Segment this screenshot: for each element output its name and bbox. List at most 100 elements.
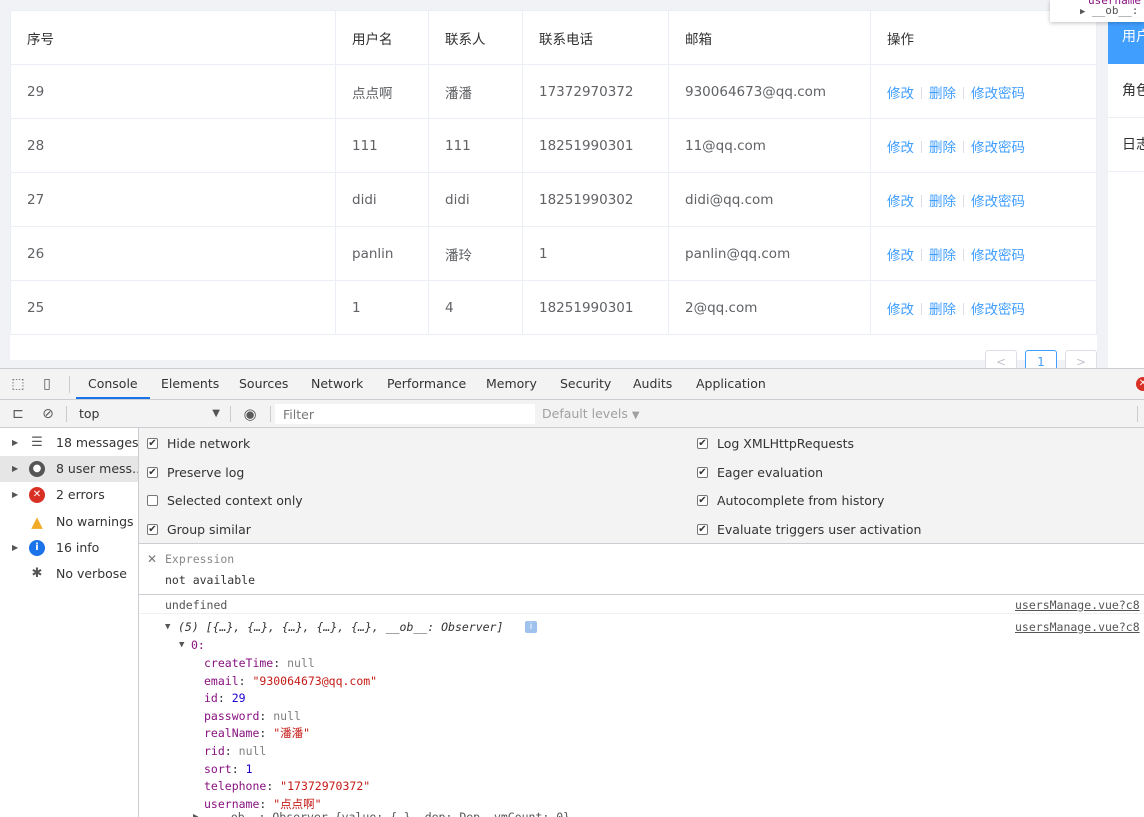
object-field-password: password: null: [204, 708, 301, 723]
edit-link[interactable]: 修改: [887, 194, 914, 210]
tab-application[interactable]: Application: [696, 369, 766, 399]
field-value: 1: [245, 761, 253, 776]
delete-link[interactable]: 删除: [929, 302, 956, 318]
field-key: rid: [204, 744, 225, 758]
object-field-telephone: telephone: "17372970372": [204, 779, 371, 794]
tabbar-divider: [69, 376, 70, 393]
tab-performance[interactable]: Performance: [387, 369, 466, 399]
pagination-prev-button[interactable]: <: [985, 350, 1017, 368]
tab-security[interactable]: Security: [560, 369, 611, 399]
edit-link[interactable]: 修改: [887, 140, 914, 156]
pagination-next-button[interactable]: >: [1065, 350, 1097, 368]
checkbox-checked-icon[interactable]: ✔: [697, 438, 708, 449]
cell-username: 111: [335, 118, 429, 173]
tab-memory[interactable]: Memory: [486, 369, 537, 399]
checkbox-unchecked-icon[interactable]: [147, 495, 158, 506]
cell-index: 27: [10, 172, 336, 227]
clear-console-icon[interactable]: ⊘: [40, 406, 56, 422]
expand-triangle-icon[interactable]: ▼: [165, 618, 170, 636]
expand-triangle-icon: ▶: [12, 543, 19, 552]
sidebar-item-user-messages[interactable]: ▶ ● 8 user mess…: [0, 456, 138, 482]
change-password-link[interactable]: 修改密码: [971, 86, 1025, 102]
cell-contact: 111: [428, 118, 523, 173]
table-row: 27 didi didi 18251990302 didi@qq.com 修改 删除 修改密码: [10, 172, 1097, 227]
info-badge-icon[interactable]: i: [525, 621, 537, 633]
sidebar-item-warnings[interactable]: ▲ No warnings: [0, 509, 138, 535]
change-password-link[interactable]: 修改密码: [971, 248, 1025, 264]
console-settings-panel: ✔ Hide network ✔ Preserve log Selected con…: [139, 428, 1144, 544]
delete-link[interactable]: 删除: [929, 140, 956, 156]
table-row: 25 1 4 18251990301 2@qq.com 修改 删除 修改密码: [10, 280, 1097, 335]
expand-triangle-icon[interactable]: ▼: [179, 636, 184, 654]
change-password-link[interactable]: 修改密码: [971, 140, 1025, 156]
checkbox-checked-icon[interactable]: ✔: [697, 495, 708, 506]
tab-audits[interactable]: Audits: [633, 369, 672, 399]
checkbox-checked-icon[interactable]: ✔: [147, 438, 158, 449]
log-index-0[interactable]: ▼ 0:: [139, 636, 1144, 654]
expand-triangle-icon[interactable]: ▶: [193, 808, 198, 817]
action-divider: [963, 248, 964, 261]
filter-input[interactable]: [275, 404, 535, 424]
checkbox-checked-icon[interactable]: ✔: [147, 524, 158, 535]
change-password-link[interactable]: 修改密码: [971, 194, 1025, 210]
cell-actions: 修改 删除 修改密码: [870, 280, 1097, 335]
log-levels-select[interactable]: Default levels ▼: [542, 406, 640, 421]
field-value: "17372970372": [280, 779, 371, 794]
cell-email: 930064673@qq.com: [668, 64, 871, 119]
tab-elements[interactable]: Elements: [161, 369, 219, 399]
edit-link[interactable]: 修改: [887, 302, 914, 318]
inspect-element-icon[interactable]: ⬚: [10, 376, 26, 392]
action-divider: [963, 302, 964, 315]
context-select[interactable]: top ▼: [70, 404, 222, 424]
cell-phone: 18251990301: [522, 280, 669, 335]
app-area: 序号 用户名 联系人 联系电话 邮箱 操作 29 点点啊 潘潘 17372970372…: [0, 0, 1144, 368]
log-source-link[interactable]: usersManage.vue?c8: [1015, 596, 1140, 614]
eye-icon[interactable]: ◉: [242, 406, 258, 422]
cell-index: 25: [10, 280, 336, 335]
error-count-icon[interactable]: ✕: [1136, 377, 1144, 391]
action-divider: [921, 248, 922, 261]
delete-link[interactable]: 删除: [929, 86, 956, 102]
action-divider: [963, 140, 964, 153]
info-icon: i: [29, 540, 45, 556]
tab-network[interactable]: Network: [311, 369, 363, 399]
device-toolbar-icon[interactable]: ▯: [39, 376, 55, 392]
cell-email: panlin@qq.com: [668, 226, 871, 281]
log-source-link[interactable]: usersManage.vue?c8: [1015, 618, 1140, 636]
field-key: email: [204, 673, 239, 688]
sidebar-toggle-icon[interactable]: ⊏: [10, 406, 26, 422]
tab-console[interactable]: Console: [76, 369, 150, 399]
checkbox-checked-icon[interactable]: ✔: [147, 467, 158, 478]
change-password-link[interactable]: 修改密码: [971, 302, 1025, 318]
checkbox-checked-icon[interactable]: ✔: [697, 467, 708, 478]
live-expression-value: not available: [165, 573, 256, 587]
users-table-card: 序号 用户名 联系人 联系电话 邮箱 操作 29 点点啊 潘潘 17372970372…: [10, 10, 1097, 360]
tab-sources[interactable]: Sources: [239, 369, 288, 399]
field-key: createTime: [204, 656, 274, 670]
edit-link[interactable]: 修改: [887, 248, 914, 264]
delete-link[interactable]: 删除: [929, 194, 956, 210]
side-menu-item-logs[interactable]: 日志: [1108, 118, 1144, 172]
checkbox-checked-icon[interactable]: ✔: [697, 524, 708, 535]
header-index: 序号: [10, 10, 336, 65]
log-entry-array[interactable]: ▼ (5) [{…}, {…}, {…}, {…}, {…}, __ob__: …: [139, 618, 1144, 636]
field-key: realName: [204, 726, 260, 741]
side-menu-item-roles[interactable]: 角色: [1108, 64, 1144, 118]
log-observer-line[interactable]: ▶ __ob__: Observer {value: {…}, dep: Dep…: [139, 808, 1144, 817]
live-expression-input[interactable]: Expression: [165, 552, 234, 566]
cell-actions: 修改 删除 修改密码: [870, 64, 1097, 119]
header-username: 用户名: [335, 10, 429, 65]
sidebar-item-info[interactable]: ▶ i 16 info: [0, 535, 138, 561]
delete-link[interactable]: 删除: [929, 248, 956, 264]
pagination-page-button[interactable]: 1: [1025, 350, 1057, 368]
sidebar-item-errors[interactable]: ▶ ✕ 2 errors: [0, 482, 138, 508]
cell-contact: didi: [428, 172, 523, 227]
toolbar-divider: [66, 406, 67, 422]
context-select-value: top: [79, 406, 100, 421]
close-icon[interactable]: ✕: [147, 552, 157, 566]
sidebar-item-messages[interactable]: ▶ ☰ 18 messages: [0, 430, 138, 456]
edit-link[interactable]: 修改: [887, 86, 914, 102]
sidebar-item-verbose[interactable]: ✱ No verbose: [0, 561, 138, 587]
object-field-email: email: "930064673@qq.com": [204, 673, 378, 688]
cell-username: 1: [335, 280, 429, 335]
